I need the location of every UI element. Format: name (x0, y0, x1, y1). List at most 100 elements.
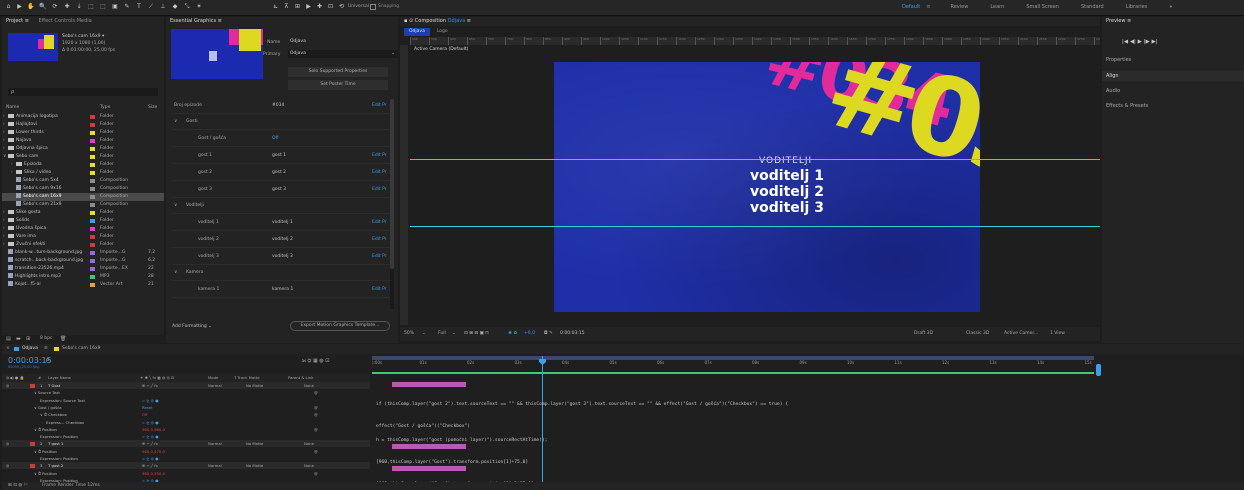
project-item[interactable]: › Najava Folder (2, 137, 164, 145)
export-mogrt-button[interactable]: Export Motion Graphics Template... (290, 321, 390, 331)
tool-icon[interactable]: ◆ (169, 3, 181, 11)
timeline-layer[interactable]: ◎ 2 T gost 1 ⊕ ÷ ╱ fx Normal No Matte None (2, 440, 370, 448)
align-tab[interactable]: Align (1102, 71, 1244, 81)
track-matte-col[interactable]: T Track Matte (234, 374, 260, 382)
eg-property[interactable]: voditelj 1 voditelj 1 Edit Pr (166, 214, 398, 231)
lock-icon[interactable]: ▪ (404, 18, 407, 24)
eg-name-input[interactable]: Odjava (288, 38, 388, 46)
layer-name[interactable]: T Gost (48, 382, 60, 389)
tool-icon[interactable]: ▶ (303, 3, 314, 11)
eg-prop-value[interactable]: gost 2 (272, 164, 286, 181)
expression-controls[interactable]: = ⊵ ◎ ● (142, 419, 159, 426)
timeline-property[interactable]: Expression: Source Text = ⊵ ◎ ● (2, 397, 370, 404)
project-item[interactable]: scratch...back-background.jpg Importe...G… (2, 257, 164, 265)
timeline-property[interactable]: ∨ ⏱ Checkbox Off @ (2, 411, 370, 418)
parent-link-col[interactable]: Parent & Link (288, 374, 313, 382)
layer-name-col[interactable]: Layer Name (48, 374, 71, 382)
project-item[interactable]: › Zvučni efekti Folder (2, 241, 164, 249)
eg-edit-properties[interactable]: Edit Pr (372, 181, 387, 198)
expand-arrow-icon[interactable]: › (3, 241, 5, 249)
tool-icon[interactable]: ⤡ (181, 3, 193, 11)
timeline-property[interactable]: ∨ ⏱ Position 960,0,550,0 @ (2, 470, 370, 477)
expand-arrow-icon[interactable]: ∨ (3, 153, 6, 161)
label-color-swatch[interactable] (90, 203, 95, 207)
eg-prop-value[interactable]: gost 1 (272, 147, 286, 164)
renderer-draft-3d[interactable]: Draft 3D (914, 327, 933, 341)
expand-arrow-icon[interactable]: › (3, 121, 5, 129)
label-color-swatch[interactable] (90, 179, 95, 183)
timeline-property[interactable]: ∨ Gost / gošća Reset @ (2, 404, 370, 411)
label-color-swatch[interactable] (90, 219, 95, 223)
expression-text[interactable]: [960,thisComp.layer("Gost").transform.po… (376, 460, 528, 465)
properties-tab[interactable]: Properties (1106, 57, 1131, 63)
layer-mode-select[interactable]: Normal (208, 462, 222, 469)
expression-label[interactable]: Express... Checkbox (46, 419, 84, 426)
tool-icon[interactable]: ⬚ (97, 3, 109, 11)
layer-parent-select[interactable]: None (304, 462, 314, 469)
eg-property[interactable]: kamera 1 kamera 1 Edit Pr (166, 281, 398, 298)
composition-tab[interactable]: ▪ ⊙ Composition Odjava ≡ (400, 17, 1100, 26)
pickwhip-icon[interactable]: @ (314, 411, 318, 418)
layer-duration-bar[interactable] (392, 466, 466, 472)
eg-property[interactable]: voditelj 3 voditelj 3 Edit Pr (166, 248, 398, 265)
workspace-small-screen[interactable]: Small Screen (1026, 4, 1059, 10)
eg-prop-value[interactable]: gost 3 (272, 181, 286, 198)
layer-switches[interactable]: ⊕ ÷ ╱ fx (142, 462, 158, 469)
project-item[interactable]: › Lower thirds Folder (2, 129, 164, 137)
layer-name[interactable]: T gost 1 (48, 440, 63, 447)
property-value[interactable]: Off (142, 411, 148, 418)
label-color-swatch[interactable] (90, 235, 95, 239)
project-tab[interactable]: Project ≡ Effect Controls Media (2, 17, 164, 26)
expression-text[interactable]: effect("Gost / gošća")("Checkbox") (376, 424, 470, 429)
expand-arrow-icon[interactable]: › (3, 129, 5, 137)
label-color-swatch[interactable] (90, 155, 95, 159)
tool-icon[interactable]: ⟳ (49, 3, 61, 11)
timeline-tab-odjava[interactable]: Odjava (22, 344, 38, 354)
timeline-property[interactable]: Expression: Position = ⊵ ◎ ● (2, 433, 370, 440)
expression-controls[interactable]: = ⊵ ◎ ● (142, 397, 159, 404)
workspace-learn[interactable]: Learn (990, 4, 1004, 10)
label-color-swatch[interactable] (90, 283, 95, 287)
label-color-swatch[interactable] (90, 163, 95, 167)
project-item[interactable]: Highlights intro.mp3 MP3 28 (2, 273, 164, 281)
universal-label[interactable]: Universal (348, 4, 369, 9)
expand-arrow-icon[interactable]: › (3, 233, 5, 241)
eg-prop-value[interactable]: voditelj 3 (272, 248, 293, 265)
expand-arrow-icon[interactable]: › (3, 225, 5, 233)
tool-icon[interactable]: ⊞ (292, 3, 303, 11)
tool-icon[interactable]: ✋ (25, 3, 37, 11)
eg-property[interactable]: gost 2 gost 2 Edit Pr (166, 164, 398, 181)
timeline-layer[interactable]: ◎ 1 T Gost ⊕ ÷ ╱ fx Normal No Matte None (2, 382, 370, 389)
eg-property[interactable]: voditelj 2 voditelj 2 Edit Pr (166, 231, 398, 248)
expand-arrow-icon[interactable]: › (3, 137, 5, 145)
property-value[interactable]: Reset (142, 404, 153, 411)
current-time-value[interactable]: 0:00:03:15 (560, 327, 585, 341)
comp-subtab[interactable]: Logo (432, 28, 453, 36)
chevron-down-icon[interactable]: ∨ (174, 114, 177, 130)
expression-label[interactable]: Expression: Position (40, 455, 78, 462)
bit-depth-label[interactable]: 8 bpc (40, 336, 52, 341)
project-item[interactable]: Kojot...f5-ai Vector Art 21 (2, 281, 164, 289)
eg-primary-select[interactable]: Odjava ⌄ (288, 50, 398, 58)
layer-duration-bar[interactable] (392, 382, 466, 387)
project-item[interactable]: › Vare ima Folder (2, 233, 164, 241)
tool-icon[interactable]: ✚ (61, 3, 73, 11)
project-item[interactable]: › Animacija logotipa Folder (2, 113, 164, 121)
expand-arrow-icon[interactable]: › (11, 161, 13, 169)
classic-3d-select[interactable]: Classic 3D (966, 327, 989, 341)
timeline-property[interactable]: ∨ Source Text @ (2, 389, 370, 396)
property-value[interactable]: 960,0,960,0 (142, 426, 165, 433)
project-item[interactable]: › Slike gosta Folder (2, 209, 164, 217)
project-item[interactable]: › Uvodna špica Folder (2, 225, 164, 233)
expand-arrow-icon[interactable]: › (11, 169, 13, 177)
new-folder-icon[interactable]: ▬ (16, 336, 21, 342)
zoom-select[interactable]: 50% (404, 327, 414, 341)
project-item[interactable]: › Solids Folder (2, 217, 164, 225)
project-item[interactable]: ∨ Sebo cam Folder (2, 153, 164, 161)
tool-icon[interactable]: ⌂ (3, 3, 14, 11)
tool-icon[interactable]: ▶ (14, 3, 25, 11)
eye-icon[interactable]: ◎ (6, 382, 9, 389)
essential-graphics-tab[interactable]: Essential Graphics ≡ (166, 17, 398, 26)
tool-icon[interactable]: ✶ (193, 3, 205, 11)
label-color-swatch[interactable] (90, 259, 95, 263)
